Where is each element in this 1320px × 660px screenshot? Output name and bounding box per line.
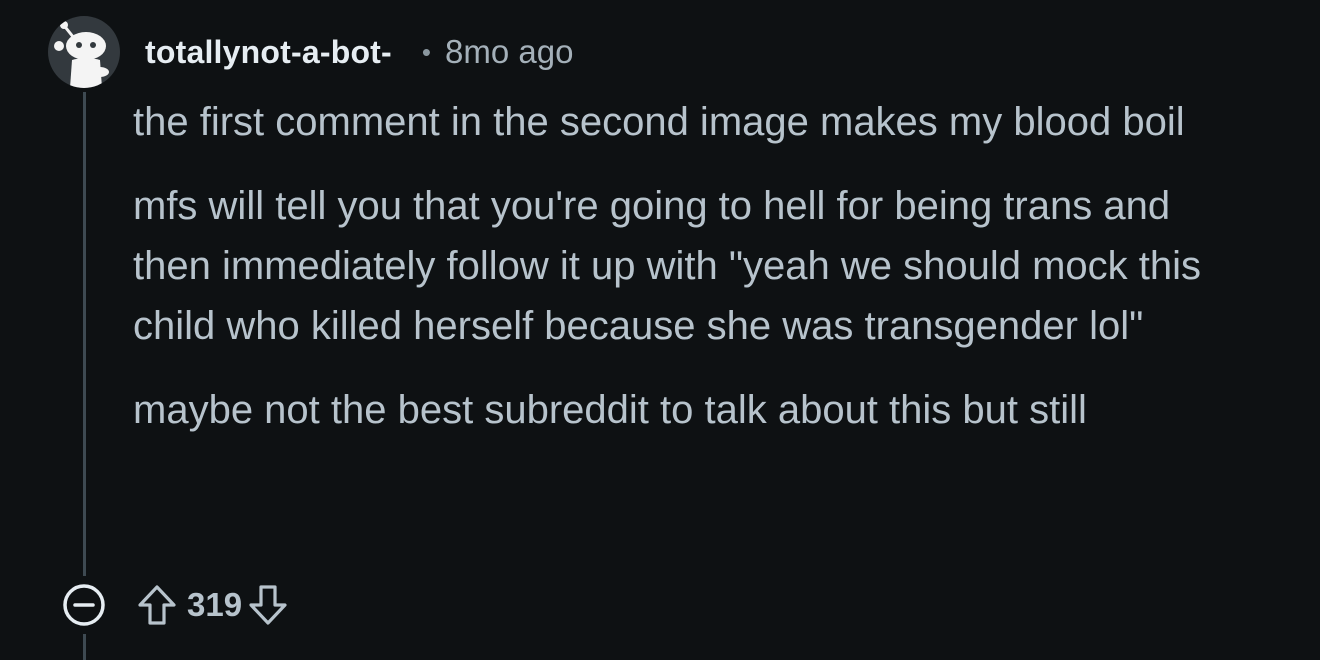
meta-separator: • — [421, 36, 432, 67]
collapse-minus-icon — [63, 584, 105, 626]
thread-line-continuation[interactable] — [83, 634, 86, 660]
comment-meta: totallynot-a-bot- • 8mo ago — [145, 28, 573, 76]
collapse-thread-button[interactable] — [60, 581, 108, 629]
downvote-arrow-icon — [249, 585, 287, 625]
user-avatar[interactable] — [48, 16, 120, 88]
comment-body: the first comment in the second image ma… — [133, 92, 1253, 464]
vote-score: 319 — [187, 586, 243, 623]
comment-timestamp[interactable]: 8mo ago — [445, 33, 573, 71]
comment-actions: 319 — [60, 580, 290, 630]
upvote-button[interactable] — [135, 581, 179, 629]
downvote-button[interactable] — [246, 581, 290, 629]
upvote-arrow-icon — [138, 585, 176, 625]
thread-line[interactable] — [83, 92, 86, 576]
comment-paragraph-3: maybe not the best subreddit to talk abo… — [133, 388, 1087, 432]
comment-paragraph-1: the first comment in the second image ma… — [133, 100, 1185, 144]
snoo-avatar-icon — [54, 21, 109, 88]
username-link[interactable]: totallynot-a-bot- — [145, 34, 392, 71]
comment-paragraph-2: mfs will tell you that you're going to h… — [133, 184, 1202, 348]
